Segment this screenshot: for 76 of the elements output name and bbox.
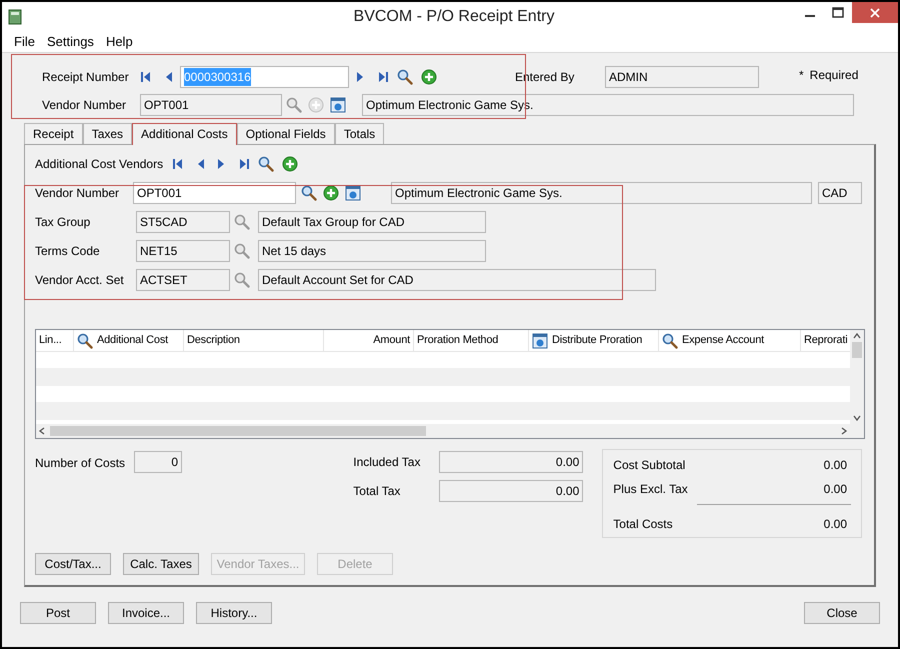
info-icon[interactable] xyxy=(330,97,346,113)
close-icon xyxy=(870,8,880,18)
text-field[interactable]: ACTSET xyxy=(136,269,230,291)
search-icon[interactable] xyxy=(662,332,678,348)
column-header[interactable]: Lin... xyxy=(36,330,74,351)
text-field[interactable]: 0.00 xyxy=(439,480,584,502)
scroll-thumb[interactable] xyxy=(852,342,862,358)
field-label: Terms Code xyxy=(35,243,101,260)
section-label: Additional Cost Vendors xyxy=(35,156,164,173)
text-field[interactable]: NET15 xyxy=(136,240,230,262)
text-field[interactable]: OPT001 xyxy=(140,94,282,116)
required-mark: * xyxy=(799,67,804,84)
column-header[interactable]: Amount xyxy=(324,330,414,351)
first-record-icon[interactable] xyxy=(172,158,184,170)
field-label: Total Tax xyxy=(353,483,402,500)
column-header[interactable]: Description xyxy=(184,330,324,351)
field-label: Vendor Number xyxy=(42,97,128,114)
horizontal-scrollbar[interactable] xyxy=(36,424,864,438)
action-button[interactable]: Post xyxy=(20,602,96,624)
search-icon[interactable] xyxy=(77,332,93,348)
search-icon[interactable] xyxy=(397,69,413,85)
search-icon[interactable] xyxy=(258,156,274,172)
tab[interactable]: Receipt xyxy=(24,123,83,144)
total-label: Plus Excl. Tax xyxy=(613,481,688,498)
column-header[interactable]: Additional Cost xyxy=(74,330,184,351)
first-record-icon[interactable] xyxy=(140,71,152,83)
column-header[interactable]: Expense Account xyxy=(659,330,801,351)
text-field[interactable]: Default Tax Group for CAD xyxy=(258,211,486,233)
window-title: BVCOM - P/O Receipt Entry xyxy=(354,7,554,27)
action-button[interactable]: History... xyxy=(196,602,272,624)
tab[interactable]: Optional Fields xyxy=(236,123,335,144)
required-label: Required xyxy=(810,67,858,84)
field-label: Included Tax xyxy=(353,454,422,471)
action-button[interactable]: Close xyxy=(804,602,880,624)
last-record-icon[interactable] xyxy=(238,158,250,170)
text-field[interactable]: ADMIN xyxy=(605,66,759,88)
text-field[interactable]: 0 xyxy=(134,451,182,473)
column-header[interactable]: Proration Method xyxy=(414,330,529,351)
search-icon[interactable] xyxy=(301,185,317,201)
action-button[interactable]: Invoice... xyxy=(108,602,184,624)
text-field[interactable]: OPT001 xyxy=(133,182,296,204)
text-field[interactable]: Net 15 days xyxy=(258,240,486,262)
total-value: 0.00 xyxy=(824,516,847,533)
info-icon[interactable] xyxy=(345,185,361,201)
text-field[interactable]: 0.00 xyxy=(439,451,584,473)
field-label: Number of Costs xyxy=(35,455,126,472)
action-button[interactable]: Calc. Taxes xyxy=(123,553,199,575)
scroll-thumb[interactable] xyxy=(50,426,426,436)
text-field[interactable]: Default Account Set for CAD xyxy=(258,269,656,291)
action-button[interactable]: Cost/Tax... xyxy=(35,553,111,575)
tab[interactable]: Additional Costs xyxy=(132,123,237,145)
total-value: 0.00 xyxy=(824,457,847,474)
total-label: Cost Subtotal xyxy=(613,457,686,474)
add-icon[interactable] xyxy=(323,185,339,201)
field-label: Tax Group xyxy=(35,214,92,231)
menu-item[interactable]: Settings xyxy=(46,32,94,52)
app-icon xyxy=(8,9,22,25)
text-field[interactable]: ST5CAD xyxy=(136,211,230,233)
total-value: 0.00 xyxy=(824,481,847,498)
close-window-button[interactable] xyxy=(852,2,898,23)
column-header[interactable]: Distribute Proration xyxy=(529,330,659,351)
text-field[interactable]: CAD xyxy=(818,182,862,204)
add-icon[interactable] xyxy=(282,156,298,172)
text-field[interactable]: Optimum Electronic Game Sys. xyxy=(391,182,812,204)
last-record-icon[interactable] xyxy=(377,71,389,83)
total-label: Total Costs xyxy=(613,516,673,533)
field-label: Vendor Acct. Set xyxy=(35,272,125,289)
field-label: Receipt Number xyxy=(42,69,130,86)
info-icon[interactable] xyxy=(532,332,548,348)
menu-item[interactable]: File xyxy=(14,32,35,52)
tab[interactable]: Totals xyxy=(334,123,384,144)
add-icon[interactable] xyxy=(421,69,437,85)
tab[interactable]: Taxes xyxy=(82,123,132,144)
field-label: Vendor Number xyxy=(35,185,120,202)
vertical-scrollbar[interactable] xyxy=(850,330,864,424)
menu-item[interactable]: Help xyxy=(106,32,133,52)
